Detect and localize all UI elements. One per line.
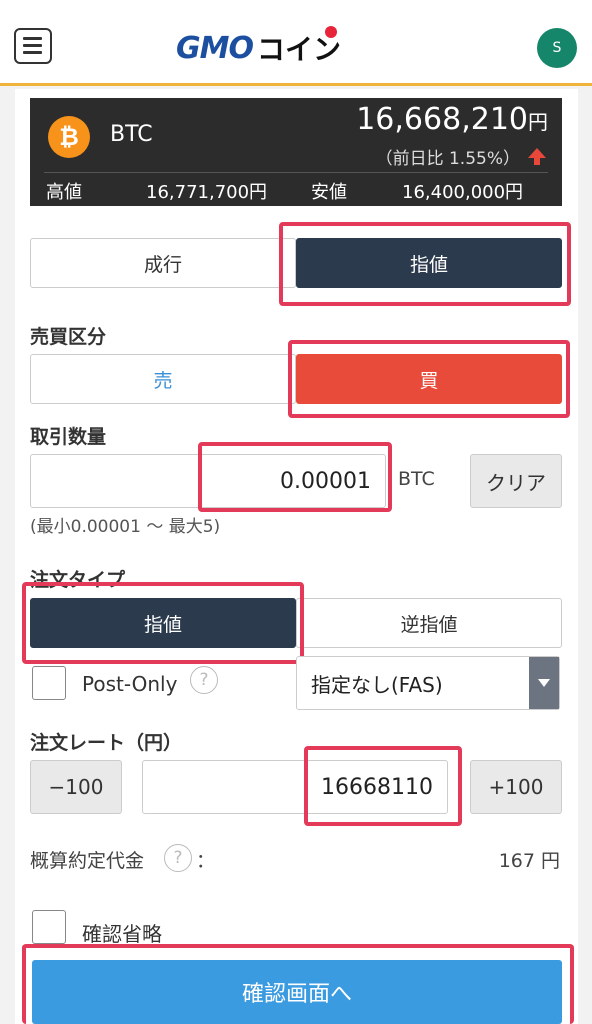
- ticker-divider: [44, 172, 548, 173]
- skip-confirm-checkbox[interactable]: [32, 910, 66, 944]
- ticker-price: 16,668,210円: [356, 102, 548, 137]
- high-label: 高値: [46, 182, 82, 203]
- chevron-down-icon: [529, 657, 559, 709]
- side-section-label: 売買区分: [30, 326, 107, 348]
- fas-select[interactable]: 指定なし(FAS): [296, 656, 560, 710]
- help-icon[interactable]: ?: [190, 666, 218, 694]
- help-icon[interactable]: ?: [164, 844, 192, 872]
- app-header: GMO コイン S: [0, 0, 592, 86]
- order-type-limit-button[interactable]: 指値: [30, 598, 296, 648]
- logo-dot: [325, 26, 337, 38]
- low-value: 16,400,000円: [402, 182, 524, 203]
- ticker-change: （前日比 1.55%）: [375, 149, 520, 169]
- quantity-unit: BTC: [398, 468, 435, 490]
- order-form-card: [15, 89, 578, 1024]
- logo-gmo-text: GMO: [176, 30, 254, 66]
- ticker-symbol: BTC: [110, 122, 153, 147]
- estimate-colon: ：: [196, 850, 216, 872]
- limit-order-button[interactable]: 指値: [296, 238, 562, 288]
- order-type-section-label: 注文タイプ: [30, 569, 126, 591]
- market-order-button[interactable]: 成行: [30, 238, 296, 288]
- skip-confirm-label: 確認省略: [82, 922, 162, 946]
- rate-minus-button[interactable]: −100: [30, 760, 122, 814]
- clear-button[interactable]: クリア: [470, 454, 562, 508]
- hamburger-menu-icon[interactable]: [14, 28, 52, 64]
- quantity-section-label: 取引数量: [30, 426, 107, 448]
- quantity-hint: (最小0.00001 〜 最大5): [30, 517, 221, 537]
- rate-plus-button[interactable]: +100: [470, 760, 562, 814]
- ticker-price-value: 16,668,210: [356, 102, 528, 137]
- quantity-input[interactable]: 0.00001: [30, 454, 386, 508]
- post-only-checkbox[interactable]: [32, 666, 66, 700]
- price-ticker: ₿ BTC 16,668,210円 （前日比 1.55%） 高値 16,771,…: [30, 98, 562, 206]
- bitcoin-icon: ₿: [48, 116, 90, 158]
- rate-input[interactable]: 16668110: [142, 760, 448, 814]
- fas-select-value: 指定なし(FAS): [311, 672, 443, 697]
- buy-button[interactable]: 買: [296, 354, 562, 404]
- estimate-value: 167 円: [498, 850, 560, 872]
- logo-coin-text: コイン: [257, 26, 341, 68]
- estimate-label: 概算約定代金: [30, 850, 145, 872]
- confirm-screen-button[interactable]: 確認画面へ: [32, 960, 562, 1024]
- sell-button[interactable]: 売: [30, 354, 296, 404]
- ticker-price-unit: 円: [528, 110, 548, 134]
- user-avatar[interactable]: S: [537, 28, 577, 68]
- arrow-up-icon: [528, 148, 546, 165]
- rate-section-label: 注文レート（円）: [30, 732, 183, 754]
- order-type-stop-button[interactable]: 逆指値: [296, 598, 562, 648]
- post-only-label: Post-Only: [82, 672, 178, 696]
- low-label: 安値: [311, 182, 347, 203]
- high-value: 16,771,700円: [146, 182, 268, 203]
- gmo-coin-logo[interactable]: GMO コイン: [176, 26, 341, 68]
